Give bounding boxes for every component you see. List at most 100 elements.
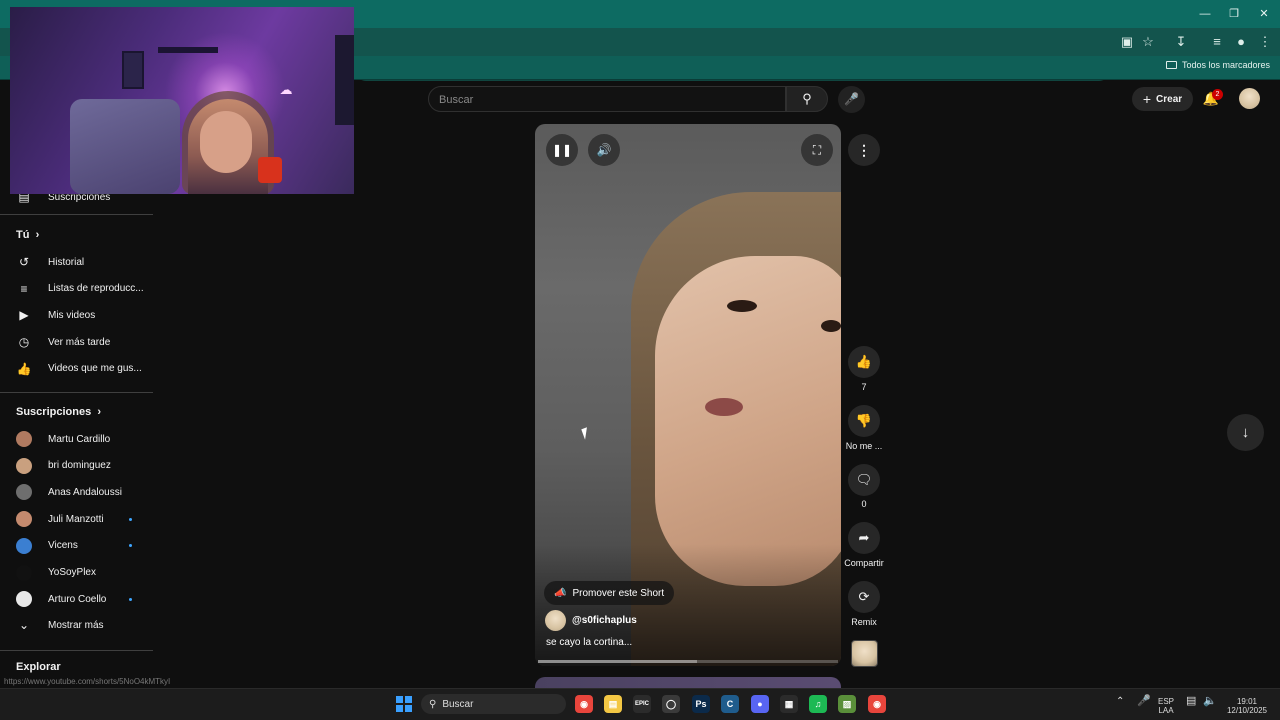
sidebar-item-videos-que-me-gus[interactable]: 👍 Videos que me gus...: [0, 356, 153, 382]
all-bookmarks-folder[interactable]: Todos los marcadores: [1165, 60, 1270, 70]
chrome-active-icon[interactable]: ◉: [868, 695, 886, 713]
share-button[interactable]: ➦: [848, 522, 880, 554]
section-subscriptions-label: Suscripciones: [16, 406, 92, 418]
subscription-item[interactable]: Arturo Coello: [0, 586, 153, 612]
search-button[interactable]: ⚲: [786, 86, 828, 112]
chrome-icon[interactable]: ◉: [575, 695, 593, 713]
shelf: [158, 47, 218, 53]
fullscreen-button[interactable]: ⛶: [801, 134, 833, 166]
sidebar-item-mis-videos[interactable]: ▶ Mis videos: [0, 302, 153, 328]
create-button[interactable]: + Crear: [1132, 87, 1193, 111]
browser-menu-icon[interactable]: ⋮: [1256, 33, 1274, 51]
clock[interactable]: 19:01 12/10/2025: [1226, 697, 1268, 715]
all-bookmarks-label: Todos los marcadores: [1181, 60, 1270, 70]
network-icon[interactable]: ▤: [1186, 696, 1196, 707]
subscription-item[interactable]: bri dominguez: [0, 453, 153, 479]
sound-thumbnail[interactable]: [851, 640, 878, 667]
subscription-label: Martu Cardillo: [48, 433, 111, 445]
short-player[interactable]: ❚❚ 🔊 ⛶ 📣 Promover este Short @s0fichaplu…: [535, 124, 841, 666]
sidebar-item-listas-de-reproducc[interactable]: ≡ Listas de reproducc...: [0, 276, 153, 302]
close-icon[interactable]: ✕: [1249, 4, 1279, 24]
spotify-icon[interactable]: ♫: [809, 695, 827, 713]
taskbar-search[interactable]: ⚲ Buscar: [421, 694, 566, 714]
progress-fill: [538, 660, 697, 663]
dislike-label: No me ...: [845, 441, 883, 451]
video-subject-eye: [821, 320, 841, 332]
sidebar-item-label: Listas de reproducc...: [48, 283, 144, 295]
notification-badge: 2: [1212, 89, 1223, 100]
microphone-icon[interactable]: 🎤: [1137, 696, 1151, 707]
volume-icon[interactable]: 🔈: [1203, 696, 1217, 707]
remix-icon: ⟳: [858, 589, 870, 604]
epic-games-icon[interactable]: EPIC: [633, 695, 651, 713]
user-avatar[interactable]: [1239, 88, 1260, 109]
share-icon: ➦: [858, 530, 870, 545]
file-explorer-icon[interactable]: ▤: [604, 695, 622, 713]
search-icon: ⚲: [429, 698, 437, 710]
chevron-up-icon[interactable]: ⌃: [1116, 697, 1124, 707]
language-line1: ESP: [1158, 697, 1175, 706]
show-more-button[interactable]: ⌄ Mostrar más: [0, 612, 153, 638]
sidebar: ▤ Suscripciones Tú › ↺ Historial ≡ Listas d…: [0, 190, 153, 684]
clock-time: 19:01: [1236, 697, 1258, 706]
video-subject-mouth: [705, 398, 743, 416]
volume-button[interactable]: 🔊: [588, 134, 620, 166]
restore-icon[interactable]: ❐: [1219, 4, 1249, 24]
short-caption: se cayo la cortina...: [546, 637, 633, 648]
next-short-button[interactable]: ↓: [1227, 414, 1264, 451]
subscription-label: Juli Manzotti: [48, 513, 104, 525]
share-label: Compartir: [844, 558, 884, 568]
more-options-button[interactable]: ⋮: [848, 134, 880, 166]
dislike-button[interactable]: 👎: [848, 405, 880, 437]
minimize-icon[interactable]: —: [1190, 4, 1220, 24]
chevron-right-icon: ›: [32, 229, 40, 241]
comment-icon: 🗨: [855, 472, 873, 487]
voice-search-button[interactable]: 🎤: [838, 86, 865, 113]
subscription-item[interactable]: YoSoyPlex: [0, 560, 153, 586]
remix-button[interactable]: ⟳: [848, 581, 880, 613]
subscription-item[interactable]: Vicens: [0, 533, 153, 559]
pause-button[interactable]: ❚❚: [546, 134, 578, 166]
minecraft-icon[interactable]: ▨: [838, 695, 856, 713]
channel-link[interactable]: @s0fichaplus: [545, 610, 637, 631]
sidebar-item-label: Mis videos: [48, 309, 96, 321]
promote-short-button[interactable]: 📣 Promover este Short: [544, 581, 675, 605]
plus-icon: +: [1142, 91, 1152, 107]
subscription-item[interactable]: Juli Manzotti: [0, 506, 153, 532]
volume-icon: 🔊: [596, 143, 612, 157]
sidebar-item-label: Historial: [48, 256, 85, 268]
windows-start-icon[interactable]: [396, 696, 412, 712]
video-subject-eye: [727, 300, 757, 312]
download-icon[interactable]: ↧: [1172, 33, 1190, 51]
sidebar-item-historial[interactable]: ↺ Historial: [0, 249, 153, 275]
subscription-item[interactable]: Martu Cardillo: [0, 426, 153, 452]
like-button[interactable]: 👍: [848, 346, 880, 378]
subscription-label: Vicens: [48, 540, 78, 552]
history-icon: ↺: [18, 255, 30, 269]
capcut-icon[interactable]: ▦: [780, 695, 798, 713]
install-app-icon[interactable]: ▣: [1118, 33, 1136, 51]
thumbs-up-icon: 👍: [855, 354, 873, 369]
discord-icon[interactable]: ●: [751, 695, 769, 713]
folder-icon: [1165, 61, 1177, 69]
sidebar-item-label: Videos que me gus...: [48, 363, 142, 375]
section-subscriptions[interactable]: Suscripciones ›: [16, 406, 101, 418]
profile-icon[interactable]: ●: [1232, 33, 1250, 51]
sidebar-item-ver-más-tarde[interactable]: ◷ Ver más tarde: [0, 329, 153, 355]
bookmark-star-icon[interactable]: ☆: [1139, 33, 1157, 51]
section-explore: Explorar: [16, 661, 61, 673]
photoshop-icon[interactable]: Ps: [692, 695, 710, 713]
language-line2: LAA: [1158, 706, 1174, 715]
search-box[interactable]: [428, 86, 786, 112]
ccleaner-icon[interactable]: C: [721, 695, 739, 713]
media-control-icon[interactable]: ≡: [1208, 33, 1226, 51]
streamer-face: [200, 111, 252, 173]
section-you[interactable]: Tú ›: [16, 229, 39, 241]
search-input[interactable]: [439, 91, 769, 109]
subscription-label: bri dominguez: [48, 460, 111, 472]
language-indicator[interactable]: ESP LAA: [1158, 697, 1174, 715]
playlist-icon: ≡: [20, 281, 28, 296]
comments-button[interactable]: 🗨: [848, 464, 880, 496]
subscription-item[interactable]: Anas Andaloussi: [0, 479, 153, 505]
obs-icon[interactable]: ◯: [662, 695, 680, 713]
